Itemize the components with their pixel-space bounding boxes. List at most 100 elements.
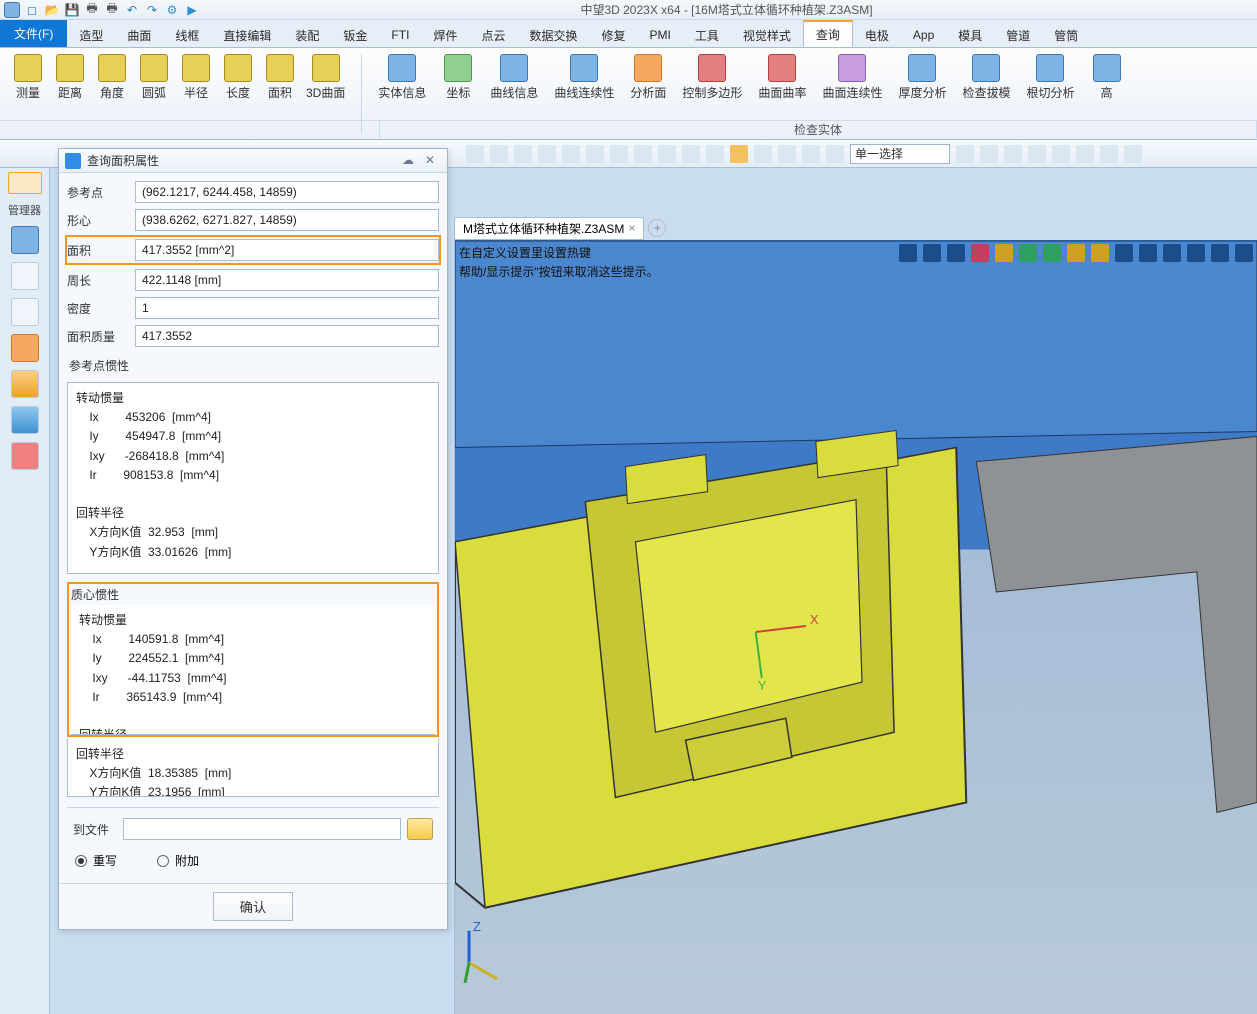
tb-icon[interactable] xyxy=(754,145,772,163)
tb-icon[interactable] xyxy=(682,145,700,163)
menu-item[interactable]: 模具 xyxy=(946,20,994,47)
menu-item[interactable]: 线框 xyxy=(163,20,211,47)
menu-item[interactable]: 点云 xyxy=(469,20,517,47)
vp-icon[interactable] xyxy=(971,244,989,262)
tb-icon[interactable] xyxy=(634,145,652,163)
vp-icon[interactable] xyxy=(1187,244,1205,262)
menu-item[interactable]: 数据交换 xyxy=(517,20,589,47)
density-input[interactable]: 1 xyxy=(135,297,439,319)
vp-icon[interactable] xyxy=(1019,244,1037,262)
vp-icon[interactable] xyxy=(1067,244,1085,262)
refpoint-input[interactable]: (962.1217, 6244.458, 14859) xyxy=(135,181,439,203)
model-canvas[interactable]: X Y Z xyxy=(455,240,1257,1014)
vp-icon[interactable] xyxy=(1043,244,1061,262)
vp-icon[interactable] xyxy=(1163,244,1181,262)
redo-icon[interactable]: ↷ xyxy=(144,2,160,18)
sidebar-icon[interactable] xyxy=(11,406,39,434)
tb-icon[interactable] xyxy=(490,145,508,163)
vp-icon[interactable] xyxy=(1139,244,1157,262)
select-mode-dropdown[interactable]: 单一选择 xyxy=(850,144,950,164)
menu-file[interactable]: 文件(F) xyxy=(0,20,67,47)
vp-icon[interactable] xyxy=(947,244,965,262)
open-icon[interactable]: 📂 xyxy=(44,2,60,18)
vp-icon[interactable] xyxy=(899,244,917,262)
inertia-centroid-textarea-tail[interactable]: 回转半径 X方向K值 18.35385 [mm] Y方向K值 23.1956 [… xyxy=(67,739,439,797)
menu-item[interactable]: 焊件 xyxy=(421,20,469,47)
add-tab-button[interactable]: + xyxy=(648,219,666,237)
menu-item[interactable]: 修复 xyxy=(589,20,637,47)
menu-item[interactable]: 电极 xyxy=(853,20,901,47)
tb-icon[interactable] xyxy=(562,145,580,163)
play-icon[interactable]: ▶ xyxy=(184,2,200,18)
menu-item[interactable]: 工具 xyxy=(683,20,731,47)
menu-item[interactable]: PMI xyxy=(637,20,682,47)
viewport[interactable]: X Y Z 在自定义设置里设置热键 帮助/显示提示"按钮来取消这些提示。 xyxy=(454,240,1257,1014)
area-input[interactable]: 417.3552 [mm^2] xyxy=(135,239,439,261)
menu-item[interactable]: 装配 xyxy=(283,20,331,47)
close-icon[interactable]: × xyxy=(628,221,635,235)
vp-icon[interactable] xyxy=(923,244,941,262)
tb-icon[interactable] xyxy=(802,145,820,163)
menu-item[interactable]: 直接编辑 xyxy=(211,20,283,47)
menu-item[interactable]: App xyxy=(901,20,946,47)
undo-icon[interactable]: ↶ xyxy=(124,2,140,18)
sidebar-icon[interactable] xyxy=(11,370,39,398)
tb-icon[interactable] xyxy=(1076,145,1094,163)
new-icon[interactable]: ◻ xyxy=(24,2,40,18)
save-icon[interactable]: 💾 xyxy=(64,2,80,18)
reset-icon[interactable]: ☁ xyxy=(397,153,419,169)
tb-icon[interactable] xyxy=(1004,145,1022,163)
dialog-titlebar[interactable]: 查询面积属性 ☁ ✕ xyxy=(59,149,447,173)
tb-icon[interactable] xyxy=(1100,145,1118,163)
menu-item[interactable]: 曲面 xyxy=(115,20,163,47)
vp-icon[interactable] xyxy=(1235,244,1253,262)
radio-overwrite[interactable]: 重写 xyxy=(75,852,117,869)
print-icon[interactable]: 🖶 xyxy=(84,2,100,18)
tb-icon[interactable] xyxy=(466,145,484,163)
sidebar-icon[interactable] xyxy=(11,298,39,326)
tb-icon[interactable] xyxy=(826,145,844,163)
perimeter-input[interactable]: 422.1148 [mm] xyxy=(135,269,439,291)
inertia-ref-textarea[interactable]: 转动惯量 Ix 453206 [mm^4] Iy 454947.8 [mm^4]… xyxy=(67,382,439,574)
tb-icon[interactable] xyxy=(1124,145,1142,163)
ok-button[interactable]: 确认 xyxy=(213,892,294,921)
massarea-input[interactable]: 417.3552 xyxy=(135,325,439,347)
vp-icon[interactable] xyxy=(1115,244,1133,262)
tb-icon[interactable] xyxy=(980,145,998,163)
vp-icon[interactable] xyxy=(995,244,1013,262)
document-tab[interactable]: M塔式立体循环种植架.Z3ASM × xyxy=(454,217,644,240)
menu-item[interactable]: 管道 xyxy=(994,20,1042,47)
sidebar-pointer-icon[interactable] xyxy=(8,172,42,194)
tb-icon[interactable] xyxy=(706,145,724,163)
tb-icon[interactable] xyxy=(514,145,532,163)
tb-icon[interactable] xyxy=(778,145,796,163)
file-path-input[interactable] xyxy=(123,818,401,840)
tb-icon[interactable] xyxy=(1052,145,1070,163)
tb-icon[interactable] xyxy=(730,145,748,163)
tb-icon[interactable] xyxy=(1028,145,1046,163)
menu-item[interactable]: FTI xyxy=(379,20,421,47)
sidebar-icon[interactable] xyxy=(11,226,39,254)
tb-icon[interactable] xyxy=(586,145,604,163)
vp-icon[interactable] xyxy=(1211,244,1229,262)
vp-icon[interactable] xyxy=(1091,244,1109,262)
menu-item-active[interactable]: 查询 xyxy=(803,20,853,47)
tb-icon[interactable] xyxy=(658,145,676,163)
menu-item[interactable]: 管筒 xyxy=(1042,20,1090,47)
sidebar-icon[interactable] xyxy=(11,334,39,362)
tb-icon[interactable] xyxy=(956,145,974,163)
gear-icon[interactable]: ⚙ xyxy=(164,2,180,18)
tb-icon[interactable] xyxy=(538,145,556,163)
sidebar-person-icon[interactable] xyxy=(11,442,39,470)
centroid-input[interactable]: (938.6262, 6271.827, 14859) xyxy=(135,209,439,231)
menu-item[interactable]: 造型 xyxy=(67,20,115,47)
close-icon[interactable]: ✕ xyxy=(419,153,441,169)
browse-folder-button[interactable] xyxy=(407,818,433,840)
print2-icon[interactable]: 🖶 xyxy=(104,2,120,18)
sidebar-icon[interactable] xyxy=(11,262,39,290)
menu-item[interactable]: 钣金 xyxy=(331,20,379,47)
tb-icon[interactable] xyxy=(610,145,628,163)
radio-append[interactable]: 附加 xyxy=(157,852,199,869)
inertia-centroid-textarea[interactable]: 转动惯量 Ix 140591.8 [mm^4] Iy 224552.1 [mm^… xyxy=(71,605,435,735)
menu-item[interactable]: 视觉样式 xyxy=(731,20,803,47)
